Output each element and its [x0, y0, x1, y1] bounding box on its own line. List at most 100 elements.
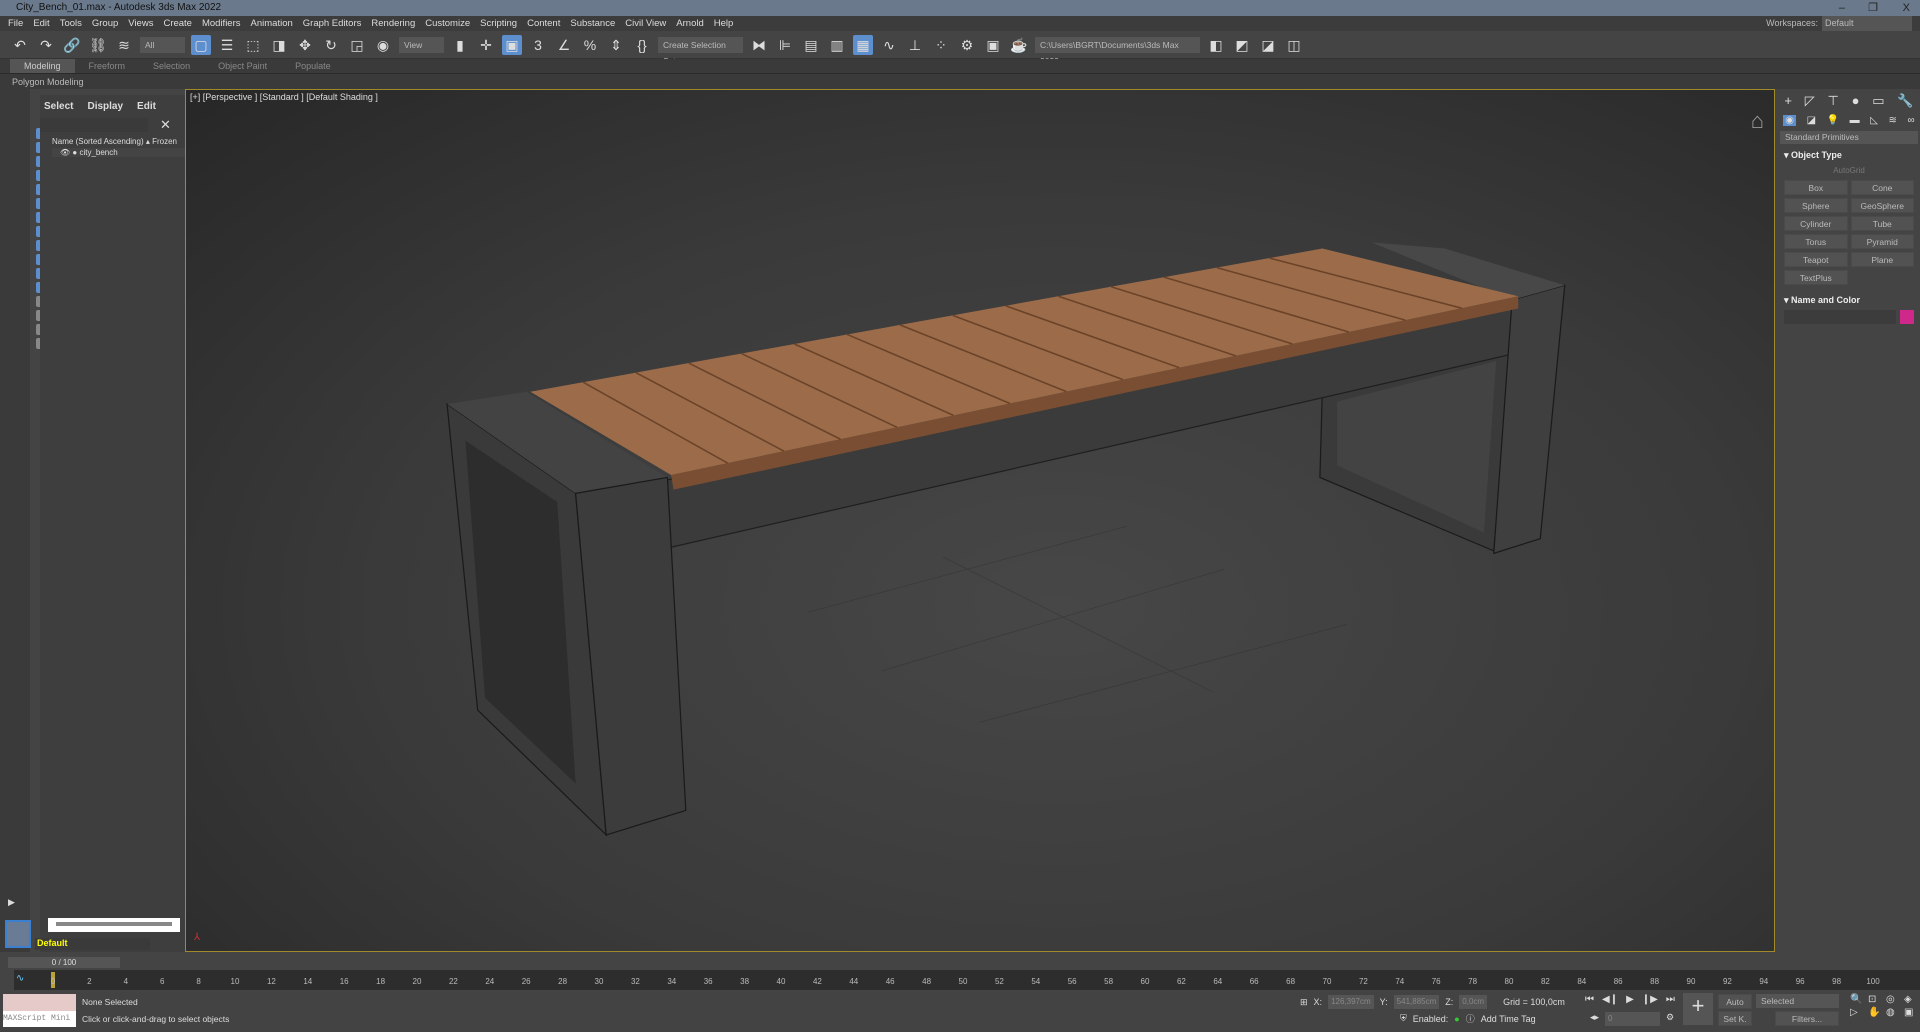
lights-icon[interactable]: 💡 [1827, 115, 1839, 126]
scale-icon[interactable]: ◲ [347, 35, 367, 55]
zoom-icon[interactable]: 🔍 [1850, 994, 1866, 1005]
tube-button[interactable]: Tube [1850, 216, 1914, 231]
plane-button[interactable]: Plane [1850, 252, 1914, 267]
ribbon-tab-populate[interactable]: Populate [281, 59, 345, 73]
ribbon-tab-object-paint[interactable]: Object Paint [204, 59, 281, 73]
sphere-button[interactable]: Sphere [1784, 198, 1848, 213]
torus-button[interactable]: Torus [1784, 234, 1848, 249]
object-color-swatch[interactable] [1900, 310, 1914, 324]
add-time-tag[interactable]: Add Time Tag [1481, 1014, 1536, 1024]
selection-filter[interactable]: All [140, 36, 185, 53]
menu-customize[interactable]: Customize [425, 16, 470, 31]
link-icon[interactable]: 🔗 [62, 35, 82, 55]
menu-group[interactable]: Group [92, 16, 118, 31]
menu-animation[interactable]: Animation [251, 16, 293, 31]
go-to-start-icon[interactable]: ⏮ [1585, 994, 1594, 1005]
menu-create[interactable]: Create [163, 16, 192, 31]
align-icon[interactable]: ⊫ [775, 35, 795, 55]
previous-frame-icon[interactable]: ◀❙ [1602, 994, 1618, 1005]
curve-editor-mini-icon[interactable]: ∿ [16, 973, 24, 984]
perspective-viewport[interactable]: [+] [Perspective ] [Standard ] [Default … [185, 89, 1775, 952]
spinner-snap-icon[interactable]: ⇕ [606, 35, 626, 55]
bind-spacewarp-icon[interactable]: ≋ [114, 35, 134, 55]
project-settings-icon[interactable]: ◧ [1206, 35, 1226, 55]
menu-civil-view[interactable]: Civil View [625, 16, 666, 31]
select-object-icon[interactable]: ▢ [191, 34, 211, 55]
modify-tab-icon[interactable]: ◸ [1805, 93, 1815, 109]
keyboard-shortcut-override-icon[interactable]: ▣ [502, 34, 522, 55]
mirror-icon[interactable]: ⧓ [749, 35, 769, 55]
display-tab-icon[interactable]: ▭ [1872, 93, 1884, 109]
systems-icon[interactable]: ∞ [1907, 115, 1914, 126]
hierarchy-tab-icon[interactable]: ⊤ [1828, 93, 1839, 109]
redo-icon[interactable]: ↷ [36, 35, 56, 55]
field-of-view-icon[interactable]: ▷ [1850, 1007, 1866, 1018]
motion-tab-icon[interactable]: ● [1852, 93, 1860, 109]
go-to-end-icon[interactable]: ⏭ [1666, 994, 1675, 1005]
pyramid-button[interactable]: Pyramid [1850, 234, 1914, 249]
helpers-icon[interactable]: ◺ [1870, 115, 1878, 126]
cylinder-button[interactable]: Cylinder [1784, 216, 1848, 231]
spacewarps-icon[interactable]: ≋ [1889, 115, 1897, 126]
pan-icon[interactable]: ✋ [1868, 1007, 1884, 1018]
rect-selection-icon[interactable]: ⬚ [243, 35, 263, 55]
scene-explorer-icon[interactable]: ▤ [801, 35, 821, 55]
object-type-rollout[interactable]: ▾ Object Type [1778, 150, 1920, 161]
explorer-search-input[interactable] [40, 118, 148, 132]
ribbon-tab-freeform[interactable]: Freeform [75, 59, 140, 73]
current-layer[interactable]: Default [35, 938, 150, 950]
viewcube-icon[interactable]: ⌂ [1751, 108, 1764, 134]
object-name-input[interactable] [1784, 310, 1896, 324]
current-frame-input[interactable]: 0 [1605, 1012, 1661, 1026]
geometry-icon[interactable]: ◉ [1783, 115, 1797, 126]
maxscript-mini-input[interactable]: MAXScript Mini [3, 1011, 76, 1027]
maximize-viewport-icon[interactable]: ▣ [1904, 1007, 1920, 1018]
menu-help[interactable]: Help [714, 16, 734, 31]
menu-substance[interactable]: Substance [570, 16, 615, 31]
render-setup-icon[interactable]: ⚙ [957, 35, 977, 55]
schematic-view-icon[interactable]: ⊥ [905, 35, 925, 55]
create-tab-icon[interactable]: + [1784, 93, 1792, 109]
close-button[interactable]: X [1903, 0, 1910, 16]
set-key-button[interactable]: Set K. [1718, 1011, 1752, 1026]
menu-edit[interactable]: Edit [33, 16, 49, 31]
zoom-all-icon[interactable]: ⊡ [1868, 994, 1884, 1005]
y-coordinate[interactable]: 541,885cm [1393, 995, 1440, 1009]
column-header[interactable]: Name (Sorted Ascending) ▴ Frozen [52, 137, 185, 146]
play-icon[interactable]: ▶ [1626, 994, 1634, 1005]
cone-button[interactable]: Cone [1850, 180, 1914, 195]
select-by-name-icon[interactable]: ☰ [217, 35, 237, 55]
enabled-dot-icon[interactable]: ● [1454, 1014, 1459, 1024]
viewport-label[interactable]: [+] [Perspective ] [Standard ] [Default … [190, 92, 378, 102]
zoom-extents-all-icon[interactable]: ◈ [1904, 994, 1920, 1005]
render-icon[interactable]: ☕ [1009, 35, 1029, 55]
project-folder-icon[interactable]: ◩ [1232, 35, 1252, 55]
angle-snap-icon[interactable]: ∠ [554, 35, 574, 55]
name-color-rollout[interactable]: ▾ Name and Color [1778, 295, 1920, 306]
category-select[interactable]: Standard Primitives [1780, 131, 1918, 144]
absolute-mode-icon[interactable]: ⊞ [1300, 997, 1308, 1008]
menu-arnold[interactable]: Arnold [676, 16, 703, 31]
menu-rendering[interactable]: Rendering [371, 16, 415, 31]
next-frame-icon[interactable]: ❙▶ [1642, 994, 1658, 1005]
curve-editor-icon[interactable]: ∿ [879, 35, 899, 55]
clear-search-icon[interactable]: ✕ [160, 117, 171, 133]
material-editor-icon[interactable]: ⁘ [931, 35, 951, 55]
unlink-icon[interactable]: ⛓ [88, 35, 108, 55]
named-selection-icon[interactable]: {} [632, 35, 652, 55]
placement-icon[interactable]: ◉ [373, 35, 393, 55]
cameras-icon[interactable]: ▬ [1850, 115, 1860, 126]
restore-button[interactable]: ❐ [1868, 0, 1878, 16]
menu-modifiers[interactable]: Modifiers [202, 16, 241, 31]
menu-graph-editors[interactable]: Graph Editors [303, 16, 362, 31]
utilities-tab-icon[interactable]: 🔧 [1897, 93, 1913, 109]
move-icon[interactable]: ✥ [295, 35, 315, 55]
set-key-icon[interactable]: + [1683, 993, 1713, 1025]
project-tree-icon[interactable]: ◪ [1258, 35, 1278, 55]
select-manipulate-icon[interactable]: ✛ [476, 35, 496, 55]
rendered-frame-icon[interactable]: ▣ [983, 35, 1003, 55]
zoom-extents-icon[interactable]: ◎ [1886, 994, 1902, 1005]
shapes-icon[interactable]: ◪ [1807, 115, 1816, 126]
x-coordinate[interactable]: 126,397cm [1328, 995, 1374, 1009]
menu-file[interactable]: File [8, 16, 23, 31]
